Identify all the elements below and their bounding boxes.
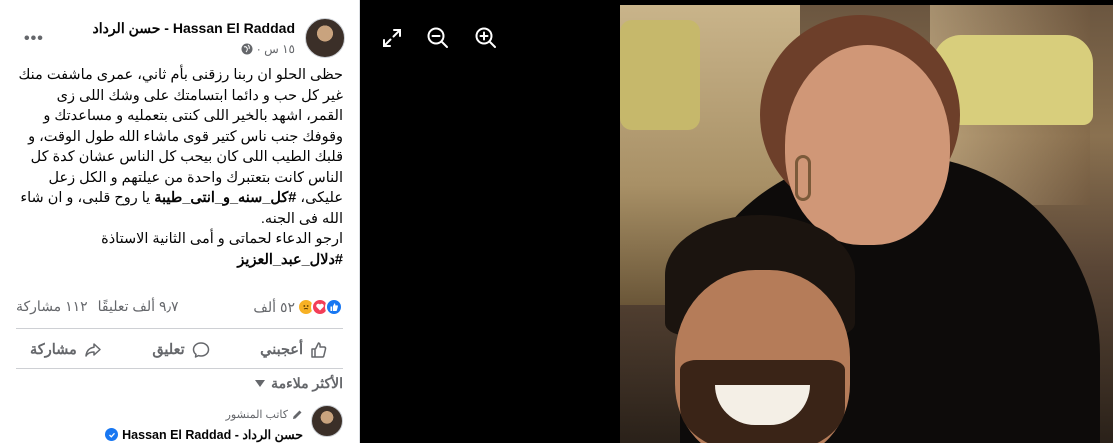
post-photo[interactable]	[620, 5, 1113, 443]
commenter-name-row: حسن الرداد - Hassan El Raddad	[105, 427, 303, 442]
post-body: حظى الحلو ان ربنا رزقنى بأم ثاني، عمرى م…	[15, 65, 343, 270]
share-icon	[85, 343, 101, 357]
photo-viewer	[360, 0, 1113, 443]
post-actions: أعجبني تعليق مشاركة	[16, 335, 343, 365]
comment-sort-dropdown[interactable]: الأكثر ملاءمة	[255, 375, 343, 392]
post-line: القمر، اشهد بالخير اللى كنتى بتعمليه و م…	[43, 108, 343, 124]
reactions-count[interactable]: ٥٢ ألف	[253, 299, 295, 316]
author-name[interactable]: حسن الرداد - Hassan El Raddad	[92, 20, 295, 37]
post-line: الله فى الجنه.	[260, 210, 343, 227]
caret-down-icon	[255, 379, 266, 387]
photo-subject	[795, 155, 811, 201]
globe-icon	[241, 43, 253, 55]
share-label: مشاركة	[30, 342, 77, 358]
verified-badge-icon	[105, 428, 119, 441]
expand-icon	[383, 29, 401, 47]
comment-label: تعليق	[152, 342, 185, 358]
zoom-in-button[interactable]	[472, 24, 500, 52]
post-line: حظى الحلو ان ربنا رزقنى بأم ثاني، عمرى م…	[18, 67, 343, 83]
like-button[interactable]: أعجبني	[246, 335, 343, 365]
comment-button[interactable]: تعليق	[138, 335, 224, 365]
post-panel: حسن الرداد - Hassan El Raddad ١٥ س · •••…	[0, 0, 360, 443]
zoom-in-icon	[475, 27, 496, 48]
reactions-summary[interactable]: ٥٢ ألف	[253, 298, 343, 316]
post-line: وقوفك جنب ناس كتير قوى ماشاء الله طول ال…	[28, 128, 343, 145]
post-time[interactable]: ١٥ س ·	[257, 42, 295, 56]
thumbs-up-icon	[311, 342, 327, 358]
post-line-text: يا روح قلبى، و ان شاء	[20, 190, 155, 206]
sort-label: الأكثر ملاءمة	[271, 375, 343, 391]
commenter-name[interactable]: حسن الرداد - Hassan El Raddad	[122, 427, 303, 442]
divider	[16, 368, 343, 369]
comment-item: كاتب المنشور حسن الرداد - Hassan El Radd…	[16, 405, 343, 443]
hashtag-link[interactable]: #كل_سنه_و_انتى_طيبة	[154, 190, 296, 206]
commenter-avatar[interactable]	[311, 405, 343, 437]
hashtag-link[interactable]: #دلال_عبد_العزيز	[237, 252, 343, 268]
post-line: عليكى، #كل_سنه_و_انتى_طيبة يا روح قلبى، …	[15, 188, 343, 209]
post-line-text: عليكى،	[296, 190, 343, 206]
post-line: #دلال_عبد_العزيز	[15, 250, 343, 271]
post-line: غير كل حب و دائما ابتسامتك على وشك اللى …	[56, 87, 343, 104]
post-header: حسن الرداد - Hassan El Raddad ١٥ س · •••	[14, 14, 345, 62]
zoom-out-button[interactable]	[424, 24, 452, 52]
pencil-icon	[293, 410, 302, 419]
post-line: الناس كانت بتعتبرك واحدة من عيلتهم و الك…	[48, 169, 344, 186]
like-reaction-icon	[325, 298, 343, 316]
post-line: ارجو الدعاء لحماتى و أمى الثانية الاستاذ…	[101, 231, 343, 247]
fullscreen-button[interactable]	[378, 24, 406, 52]
comment-icon	[192, 342, 209, 358]
comments-count[interactable]: ٩٫٧ ألف تعليقًا	[98, 298, 179, 315]
engagement-counts: ٩٫٧ ألف تعليقًا ١١٢ مشاركة	[16, 298, 179, 315]
author-badge: كاتب المنشور	[226, 408, 303, 421]
author-badge-label: كاتب المنشور	[225, 409, 288, 421]
share-button[interactable]: مشاركة	[16, 335, 117, 365]
post-stats: ٥٢ ألف ٩٫٧ ألف تعليقًا ١١٢ مشاركة	[16, 298, 343, 320]
like-label: أعجبني	[260, 342, 303, 358]
author-avatar[interactable]	[305, 18, 345, 58]
photo-background	[620, 20, 700, 130]
photo-viewer-page: حسن الرداد - Hassan El Raddad ١٥ س · •••…	[0, 0, 1113, 443]
divider	[16, 328, 343, 329]
zoom-out-icon	[427, 27, 448, 48]
post-meta: ١٥ س ·	[241, 42, 295, 56]
shares-count[interactable]: ١١٢ مشاركة	[16, 298, 88, 315]
more-options-icon[interactable]: •••	[24, 30, 44, 48]
post-line: قلبك الطيب اللى كان بيحب كل الناس عشان ك…	[30, 149, 343, 165]
photo-subject	[785, 45, 950, 245]
